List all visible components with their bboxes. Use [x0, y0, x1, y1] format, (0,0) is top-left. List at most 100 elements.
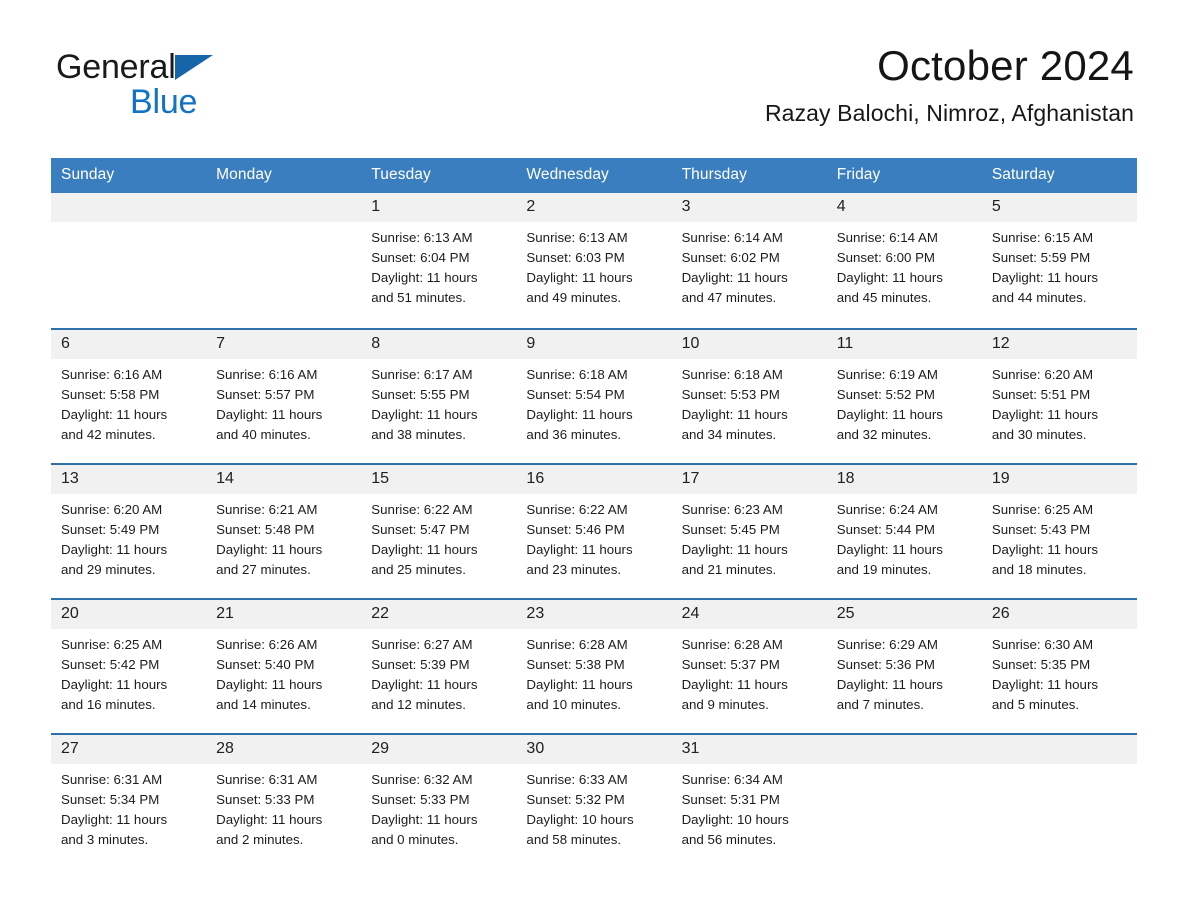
calendar-header: Sunday Monday Tuesday Wednesday Thursday…: [51, 158, 1137, 193]
calendar-day-cell[interactable]: 24 Sunrise: 6:28 AM Sunset: 5:37 PM Dayligh…: [671, 598, 827, 733]
day-details: Sunrise: 6:18 AM Sunset: 5:53 PM Daylight:…: [672, 359, 827, 446]
calendar-week-row: 6 Sunrise: 6:16 AM Sunset: 5:58 PM Daylight…: [51, 328, 1137, 463]
calendar-day-cell[interactable]: 7 Sunrise: 6:16 AM Sunset: 5:57 PM Daylight…: [206, 328, 362, 463]
day-cell-inner: 5 Sunrise: 6:15 AM Sunset: 5:59 PM Daylight…: [981, 193, 1137, 328]
day-details: Sunrise: 6:20 AM Sunset: 5:51 PM Daylight:…: [982, 359, 1137, 446]
calendar-day-cell[interactable]: 4 Sunrise: 6:14 AM Sunset: 6:00 PM Daylight…: [826, 193, 982, 328]
weekday-header-sunday: Sunday: [51, 158, 207, 193]
calendar-day-cell[interactable]: 8 Sunrise: 6:17 AM Sunset: 5:55 PM Daylight…: [361, 328, 517, 463]
calendar-day-cell[interactable]: 28 Sunrise: 6:31 AM Sunset: 5:33 PM Dayligh…: [206, 733, 362, 868]
calendar-day-cell[interactable]: 2 Sunrise: 6:13 AM Sunset: 6:03 PM Daylight…: [516, 193, 672, 328]
day-cell-inner: [51, 193, 207, 328]
day-number: 11: [826, 330, 982, 359]
sunset-text: Sunset: 5:33 PM: [216, 791, 315, 807]
calendar-day-cell[interactable]: 23 Sunrise: 6:28 AM Sunset: 5:38 PM Dayligh…: [516, 598, 672, 733]
daylight-text-line2: and 5 minutes.: [991, 697, 1080, 713]
weekday-header-friday: Friday: [826, 158, 982, 193]
day-cell-inner: 16 Sunrise: 6:22 AM Sunset: 5:46 PM Dayligh…: [516, 463, 672, 598]
sunset-text: Sunset: 5:40 PM: [216, 656, 315, 672]
daylight-text-line2: and 58 minutes.: [526, 832, 622, 848]
day-cell-inner: 6 Sunrise: 6:16 AM Sunset: 5:58 PM Daylight…: [51, 328, 207, 463]
daylight-text-line1: Daylight: 11 hours: [216, 677, 323, 692]
calendar-day-cell[interactable]: 19 Sunrise: 6:25 AM Sunset: 5:43 PM Dayligh…: [981, 463, 1137, 598]
day-details: Sunrise: 6:21 AM Sunset: 5:48 PM Daylight:…: [206, 494, 361, 581]
calendar-day-cell[interactable]: 9 Sunrise: 6:18 AM Sunset: 5:54 PM Daylight…: [516, 328, 672, 463]
calendar-day-cell[interactable]: 6 Sunrise: 6:16 AM Sunset: 5:58 PM Daylight…: [51, 328, 207, 463]
day-number: 9: [516, 330, 672, 359]
calendar-day-cell[interactable]: 12 Sunrise: 6:20 AM Sunset: 5:51 PM Dayligh…: [981, 328, 1137, 463]
day-details: Sunrise: 6:22 AM Sunset: 5:46 PM Daylight:…: [516, 494, 671, 581]
calendar-day-cell[interactable]: 27 Sunrise: 6:31 AM Sunset: 5:34 PM Dayligh…: [51, 733, 207, 868]
calendar-day-cell[interactable]: 30 Sunrise: 6:33 AM Sunset: 5:32 PM Dayligh…: [516, 733, 672, 868]
general-blue-logo[interactable]: General Blue: [56, 50, 213, 119]
sunset-text: Sunset: 5:39 PM: [371, 656, 470, 672]
calendar-day-cell[interactable]: [981, 733, 1137, 868]
day-details: Sunrise: 6:25 AM Sunset: 5:43 PM Daylight:…: [982, 494, 1137, 581]
day-details: Sunrise: 6:25 AM Sunset: 5:42 PM Daylight:…: [51, 629, 206, 716]
sunrise-text: Sunrise: 6:15 AM: [991, 229, 1094, 245]
daylight-text-line2: and 18 minutes.: [991, 562, 1087, 578]
calendar-day-cell[interactable]: [51, 193, 207, 328]
day-number: 2: [516, 193, 672, 222]
calendar-day-cell[interactable]: 13 Sunrise: 6:20 AM Sunset: 5:49 PM Dayligh…: [51, 463, 207, 598]
daylight-text-line1: Daylight: 11 hours: [836, 270, 943, 285]
calendar-day-cell[interactable]: [206, 193, 362, 328]
calendar-day-cell[interactable]: 29 Sunrise: 6:32 AM Sunset: 5:33 PM Dayligh…: [361, 733, 517, 868]
day-cell-inner: 23 Sunrise: 6:28 AM Sunset: 5:38 PM Dayligh…: [516, 598, 672, 733]
day-details: Sunrise: 6:22 AM Sunset: 5:47 PM Daylight:…: [361, 494, 516, 581]
daylight-text-line1: Daylight: 11 hours: [991, 542, 1099, 557]
calendar-day-cell[interactable]: 21 Sunrise: 6:26 AM Sunset: 5:40 PM Dayligh…: [206, 598, 362, 733]
day-cell-inner: 26 Sunrise: 6:30 AM Sunset: 5:35 PM Dayligh…: [981, 598, 1137, 733]
daylight-text-line1: Daylight: 11 hours: [371, 542, 478, 557]
sunrise-text: Sunrise: 6:28 AM: [681, 636, 783, 652]
calendar-day-cell[interactable]: 14 Sunrise: 6:21 AM Sunset: 5:48 PM Dayligh…: [206, 463, 362, 598]
calendar-day-cell[interactable]: 20 Sunrise: 6:25 AM Sunset: 5:42 PM Dayligh…: [51, 598, 207, 733]
weekday-header-tuesday: Tuesday: [361, 158, 517, 193]
calendar-day-cell[interactable]: 16 Sunrise: 6:22 AM Sunset: 5:46 PM Dayligh…: [516, 463, 672, 598]
daylight-text-line2: and 27 minutes.: [216, 562, 311, 578]
calendar-day-cell[interactable]: 15 Sunrise: 6:22 AM Sunset: 5:47 PM Dayligh…: [361, 463, 517, 598]
calendar-day-cell[interactable]: 17 Sunrise: 6:23 AM Sunset: 5:45 PM Dayligh…: [671, 463, 827, 598]
day-details: Sunrise: 6:14 AM Sunset: 6:00 PM Daylight:…: [827, 222, 982, 309]
day-number: 10: [671, 330, 827, 359]
sunset-text: Sunset: 5:49 PM: [61, 521, 160, 537]
day-details: Sunrise: 6:15 AM Sunset: 5:59 PM Daylight:…: [982, 222, 1137, 309]
day-details: Sunrise: 6:26 AM Sunset: 5:40 PM Daylight:…: [206, 629, 361, 716]
sunrise-text: Sunrise: 6:29 AM: [836, 636, 938, 652]
day-cell-inner: 28 Sunrise: 6:31 AM Sunset: 5:33 PM Dayligh…: [206, 733, 362, 868]
day-cell-inner: 30 Sunrise: 6:33 AM Sunset: 5:32 PM Dayligh…: [516, 733, 672, 868]
daylight-text-line1: Daylight: 11 hours: [526, 677, 633, 692]
sunset-text: Sunset: 5:37 PM: [681, 656, 780, 672]
calendar-day-cell[interactable]: 31 Sunrise: 6:34 AM Sunset: 5:31 PM Dayligh…: [671, 733, 827, 868]
day-number: 16: [516, 465, 672, 494]
daylight-text-line2: and 30 minutes.: [991, 427, 1087, 443]
sunrise-text: Sunrise: 6:19 AM: [836, 366, 938, 382]
day-cell-inner: 2 Sunrise: 6:13 AM Sunset: 6:03 PM Daylight…: [516, 193, 672, 328]
weekday-header-saturday: Saturday: [981, 158, 1137, 193]
calendar-day-cell[interactable]: 10 Sunrise: 6:18 AM Sunset: 5:53 PM Dayligh…: [671, 328, 827, 463]
day-cell-inner: 10 Sunrise: 6:18 AM Sunset: 5:53 PM Dayligh…: [671, 328, 827, 463]
sunset-text: Sunset: 6:03 PM: [526, 249, 625, 265]
calendar-day-cell[interactable]: 26 Sunrise: 6:30 AM Sunset: 5:35 PM Dayligh…: [981, 598, 1137, 733]
calendar-day-cell[interactable]: [826, 733, 982, 868]
daylight-text-line2: and 49 minutes.: [526, 290, 622, 306]
daylight-text-line1: Daylight: 11 hours: [526, 542, 633, 557]
sunrise-text: Sunrise: 6:27 AM: [371, 636, 473, 652]
calendar-day-cell[interactable]: 3 Sunrise: 6:14 AM Sunset: 6:02 PM Daylight…: [671, 193, 827, 328]
calendar-day-cell[interactable]: 5 Sunrise: 6:15 AM Sunset: 5:59 PM Daylight…: [981, 193, 1137, 328]
calendar-day-cell[interactable]: 22 Sunrise: 6:27 AM Sunset: 5:39 PM Dayligh…: [361, 598, 517, 733]
day-number: 5: [981, 193, 1137, 222]
calendar-day-cell[interactable]: 11 Sunrise: 6:19 AM Sunset: 5:52 PM Dayligh…: [826, 328, 982, 463]
sunset-text: Sunset: 5:36 PM: [836, 656, 936, 672]
sunset-text: Sunset: 5:35 PM: [991, 656, 1091, 672]
weekday-header-wednesday: Wednesday: [516, 158, 672, 193]
daylight-text-line1: Daylight: 11 hours: [526, 270, 633, 285]
sunset-text: Sunset: 5:42 PM: [61, 656, 160, 672]
calendar-day-cell[interactable]: 18 Sunrise: 6:24 AM Sunset: 5:44 PM Dayligh…: [826, 463, 982, 598]
page-header: General Blue October 2024 Razay Balochi,…: [0, 0, 1188, 126]
page-title: October 2024: [877, 42, 1134, 89]
calendar-day-cell[interactable]: 1 Sunrise: 6:13 AM Sunset: 6:04 PM Daylight…: [361, 193, 517, 328]
daylight-text-line1: Daylight: 11 hours: [991, 677, 1099, 692]
day-number: 8: [361, 330, 517, 359]
calendar-day-cell[interactable]: 25 Sunrise: 6:29 AM Sunset: 5:36 PM Dayligh…: [826, 598, 982, 733]
